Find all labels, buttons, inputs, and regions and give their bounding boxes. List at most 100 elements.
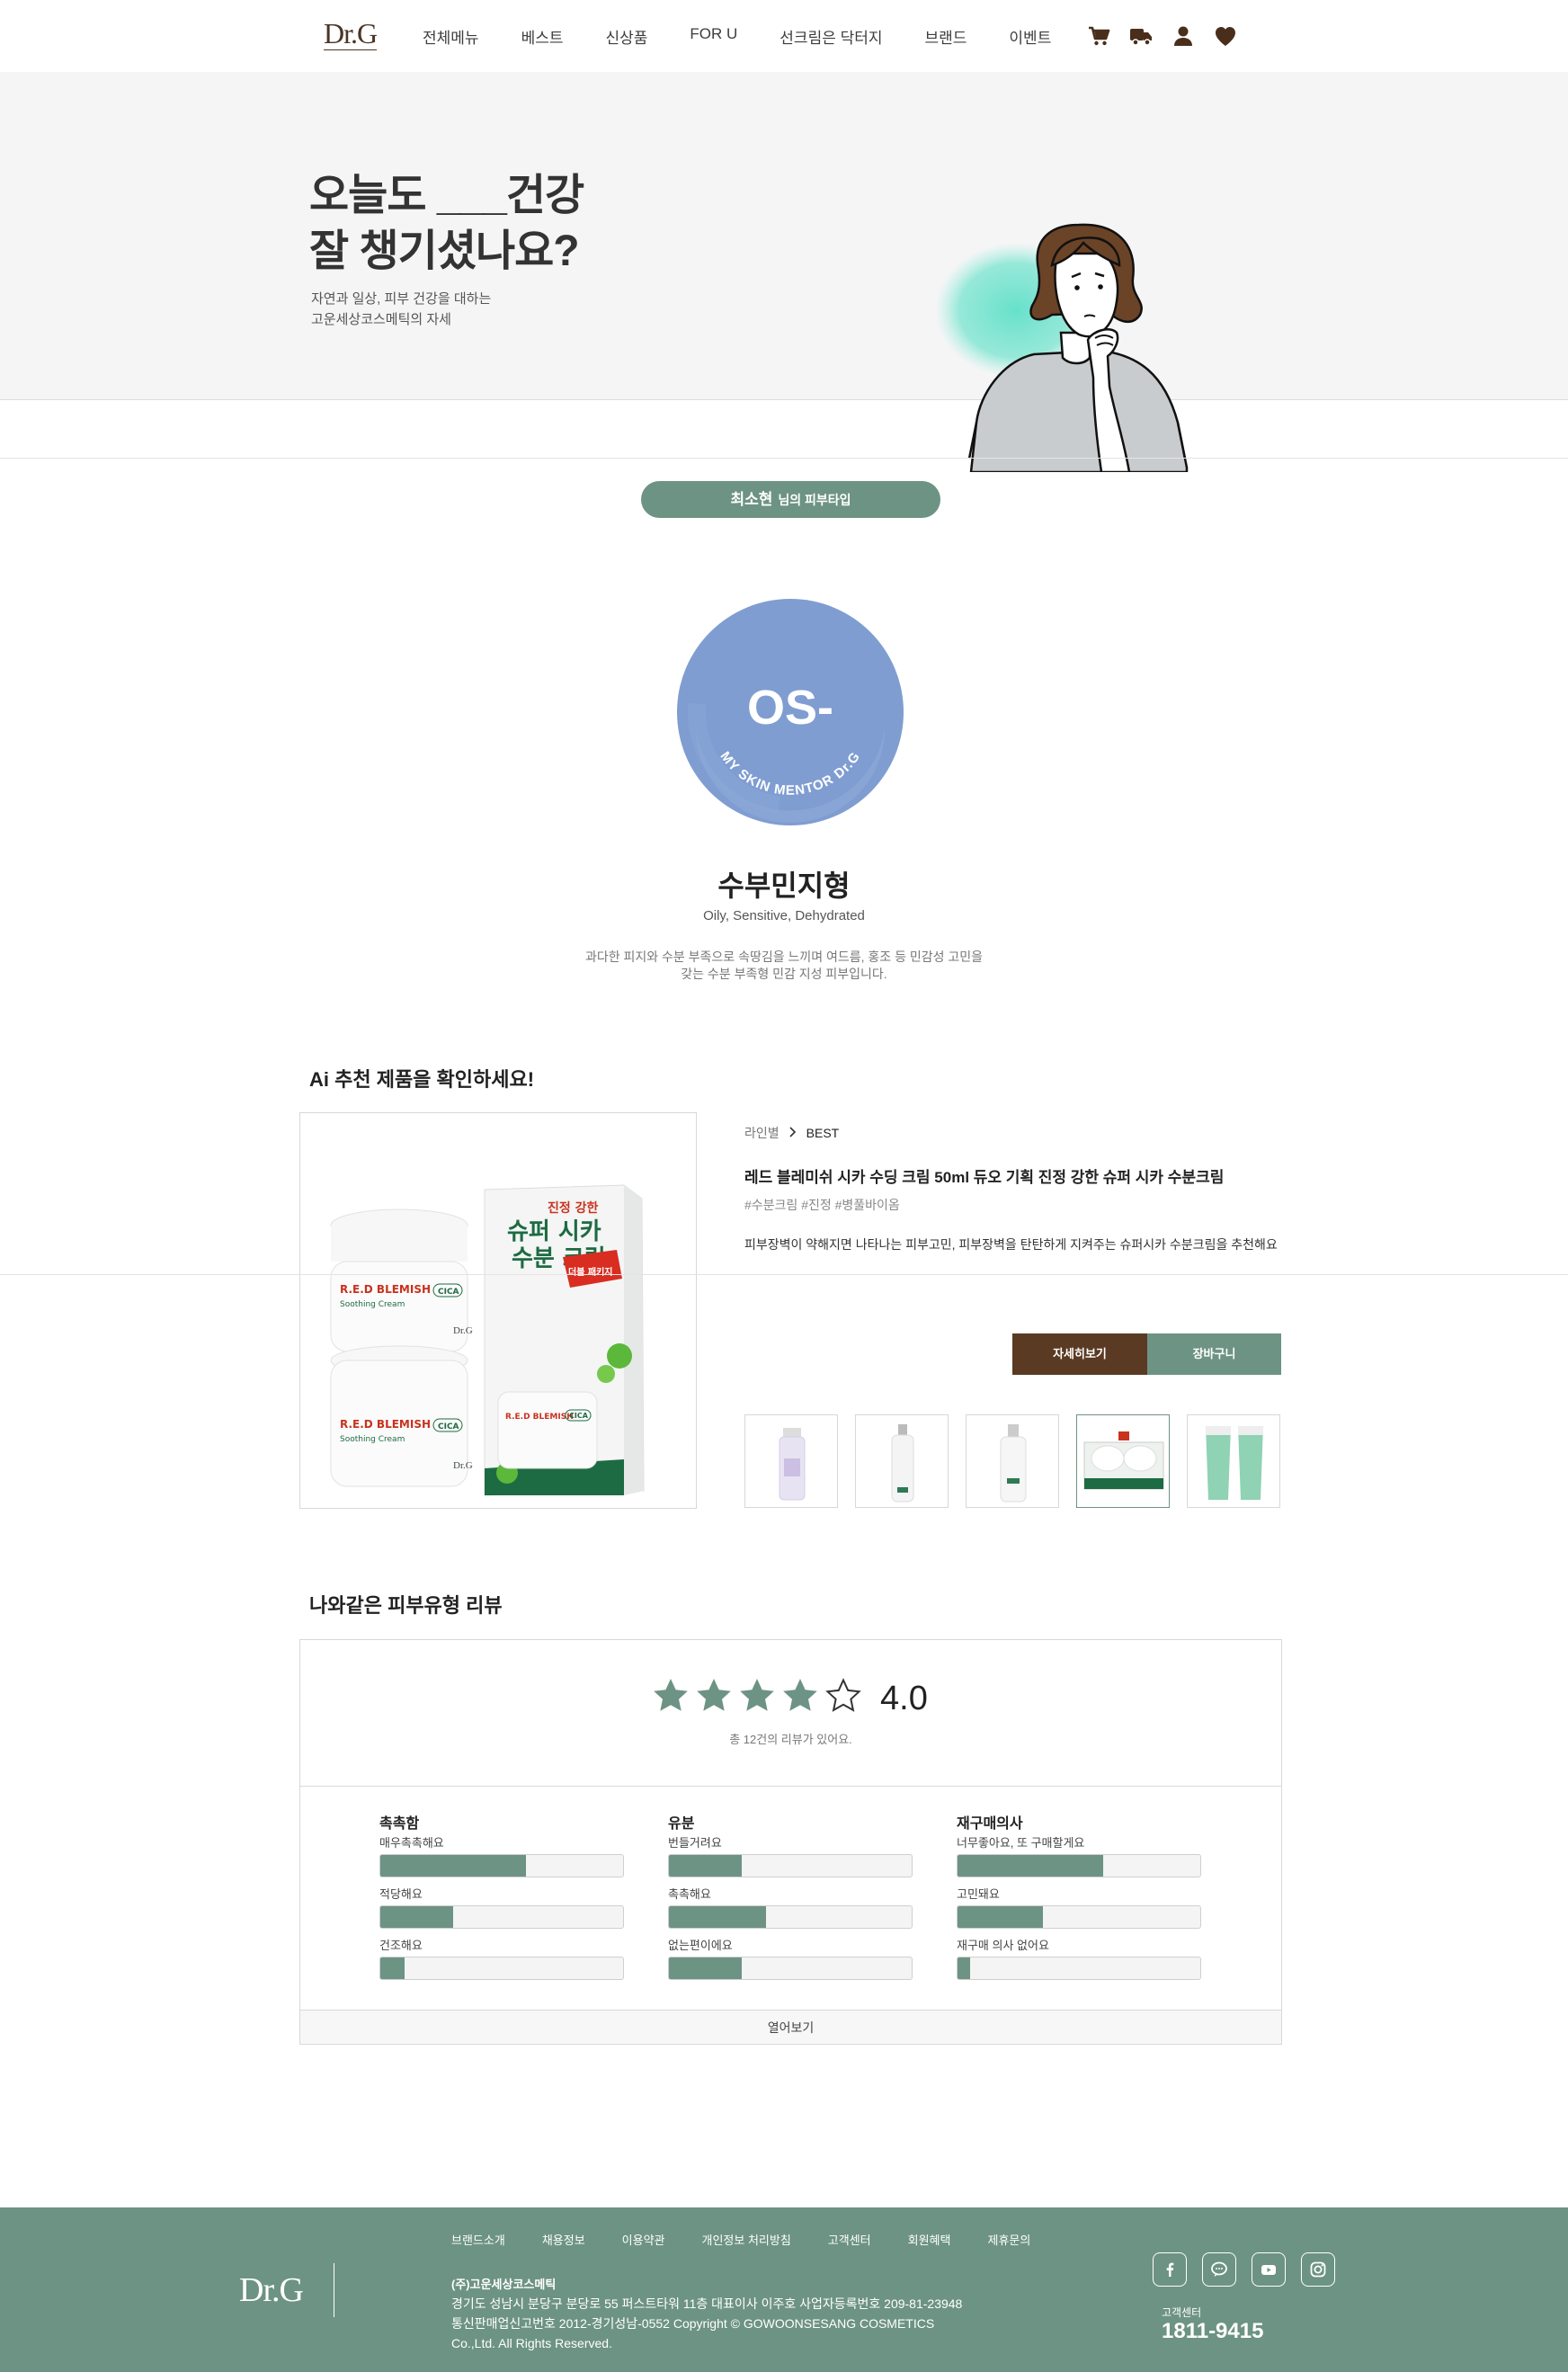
stat-bar	[957, 1905, 1201, 1929]
facebook-icon[interactable]	[1153, 2252, 1187, 2287]
instagram-icon[interactable]	[1301, 2252, 1335, 2287]
footer-link-privacy[interactable]: 개인정보 처리방침	[702, 2231, 791, 2248]
heart-icon[interactable]	[1213, 23, 1238, 49]
stat-bar	[379, 1854, 624, 1877]
stat-bar-fill	[380, 1906, 453, 1928]
breadcrumb-current[interactable]: BEST	[806, 1126, 840, 1140]
skin-desc-line2: 갖는 수분 부족형 민감 지성 피부입니다.	[681, 967, 887, 981]
delivery-truck-icon[interactable]	[1128, 23, 1154, 49]
product-main-image[interactable]: 진정 강한 슈퍼 시카 수분 크림 더블 패키지 R.E.D BLEMISH S…	[299, 1112, 697, 1509]
recommend-section-title: Ai 추천 제품을 확인하세요!	[309, 1068, 535, 1091]
user-suffix: 님의 피부타입	[778, 493, 851, 507]
footer-logo[interactable]: Dr.G	[239, 2270, 304, 2310]
svg-text:Soothing Cream: Soothing Cream	[340, 1435, 405, 1444]
svg-text:CICA: CICA	[438, 1288, 459, 1297]
skin-type-name: 수부민지형	[717, 869, 851, 902]
footer-addr-line3: Co.,Ltd. All Rights Reserved.	[451, 2336, 612, 2350]
nav-brand[interactable]: 브랜드	[925, 25, 967, 48]
hero-subtitle-line2: 고운세상코스메틱의 자세	[311, 312, 451, 327]
product-name[interactable]: 레드 블레미쉬 시카 수딩 크림 50ml 듀오 기획 진정 강한 슈퍼 시카 …	[744, 1164, 1224, 1187]
footer-link-partnership[interactable]: 제휴문의	[987, 2231, 1030, 2248]
product-thumbnail-list	[744, 1414, 1297, 1508]
site-footer: Dr.G 브랜드소개 채용정보 이용약관 개인정보 처리방침 고객센터 회원혜택…	[0, 2207, 1568, 2372]
star-icon	[697, 1679, 731, 1711]
thinking-woman-illustration	[935, 223, 1189, 472]
product-package-illustration: 진정 강한 슈퍼 시카 수분 크림 더블 패키지 R.E.D BLEMISH S…	[330, 1184, 645, 1496]
nav-all-menu[interactable]: 전체메뉴	[423, 25, 479, 48]
customer-center-phone[interactable]: 1811-9415	[1162, 2319, 1263, 2344]
user-icon[interactable]	[1171, 23, 1196, 49]
stat-bar	[379, 1957, 624, 1980]
social-links	[1153, 2252, 1350, 2287]
cart-icon[interactable]	[1086, 23, 1111, 49]
customer-center-label: 고객센터	[1162, 2306, 1202, 2319]
svg-text:R.E.D BLEMISH: R.E.D BLEMISH	[340, 1418, 431, 1431]
review-divider	[300, 1786, 1281, 1787]
stat-bar	[668, 1905, 913, 1929]
stat-bar-fill	[380, 1957, 405, 1979]
view-details-button[interactable]: 자세히보기	[1012, 1333, 1147, 1375]
hero-title-line2: 잘 챙기셨나요?	[309, 227, 580, 275]
product-breadcrumb: 라인별 BEST	[744, 1124, 839, 1142]
nav-new[interactable]: 신상품	[605, 25, 647, 48]
footer-addr-line2: 통신판매업신고번호 2012-경기성남-0552 Copyright © GOW…	[451, 2316, 935, 2331]
nav-suncream[interactable]: 선크림은 닥터지	[780, 25, 882, 48]
box-text-2: 슈퍼 시카	[507, 1218, 601, 1245]
stat-column-moisture: 촉촉함 매우촉촉해요 적당해요 건조해요	[379, 1811, 624, 1990]
kakao-talk-icon[interactable]	[1202, 2252, 1236, 2287]
product-hashtags: #수분크림 #진정 #병풀바이옴	[744, 1198, 900, 1212]
footer-link-careers[interactable]: 채용정보	[542, 2231, 585, 2248]
svg-text:R.E.D BLEMISH: R.E.D BLEMISH	[505, 1413, 574, 1422]
nav-best[interactable]: 베스트	[521, 25, 564, 48]
product-thumbnail[interactable]	[1187, 1414, 1280, 1508]
svg-text:Dr.G: Dr.G	[453, 1325, 473, 1336]
rating-stars	[651, 1676, 867, 1716]
footer-link-membership[interactable]: 회원혜택	[908, 2231, 951, 2248]
add-to-cart-button[interactable]: 장바구니	[1147, 1333, 1281, 1375]
footer-link-support[interactable]: 고객센터	[828, 2231, 871, 2248]
star-icon	[654, 1679, 688, 1711]
footer-company-info: 경기도 성남시 분당구 분당로 55 퍼스트타워 11층 대표이사 이주호 사업…	[451, 2294, 1009, 2353]
header-icon-group	[1086, 23, 1255, 49]
breadcrumb-line[interactable]: 라인별	[744, 1124, 780, 1142]
product-thumbnail[interactable]	[855, 1414, 949, 1508]
brand-logo[interactable]: Dr.G	[324, 18, 378, 50]
hero-title-line1: 오늘도 ___건강	[309, 172, 584, 219]
chevron-right-icon	[788, 1126, 797, 1140]
stat-bar	[957, 1854, 1201, 1877]
stat-label: 너무좋아요, 또 구매할게요	[957, 1836, 1085, 1850]
stat-label: 재구매 의사 없어요	[957, 1939, 1049, 1952]
stat-label: 매우촉촉해요	[379, 1836, 444, 1850]
skin-desc-line1: 과다한 피지와 수분 부족으로 속땅김을 느끼며 여드름, 홍조 등 민감성 고…	[584, 950, 984, 964]
svg-text:R.E.D BLEMISH: R.E.D BLEMISH	[340, 1283, 431, 1296]
youtube-icon[interactable]	[1252, 2252, 1286, 2287]
nav-for-u[interactable]: FOR U	[690, 25, 737, 48]
svg-text:Soothing Cream: Soothing Cream	[340, 1300, 405, 1309]
main-nav: 전체메뉴 베스트 신상품 FOR U 선크림은 닥터지 브랜드 이벤트	[423, 25, 1093, 48]
star-icon	[783, 1679, 817, 1711]
skin-type-owner-pill: 최소현 님의 피부타입	[641, 481, 940, 518]
skin-type-code: OS-	[747, 681, 833, 735]
hero-subtitle-line1: 자연과 일상, 피부 건강을 대하는	[311, 291, 492, 307]
stat-bar-fill	[669, 1906, 766, 1928]
stat-label: 적당해요	[379, 1887, 423, 1901]
stat-bar-fill	[669, 1957, 742, 1979]
review-summary-panel: 4.0 총 12건의 리뷰가 있어요. 촉촉함 매우촉촉해요 적당해요 건조해요…	[299, 1639, 1282, 2045]
product-description: 피부장벽이 약해지면 나타나는 피부고민, 피부장벽을 탄탄하게 지켜주는 슈퍼…	[744, 1237, 1278, 1252]
stat-label: 건조해요	[379, 1939, 423, 1952]
skin-type-badge: OS- MY SKIN MENTOR Dr.G	[677, 599, 904, 825]
footer-link-brand[interactable]: 브랜드소개	[451, 2231, 505, 2248]
product-thumbnail[interactable]	[744, 1414, 838, 1508]
svg-text:CICA: CICA	[569, 1412, 589, 1420]
footer-link-terms[interactable]: 이용약관	[622, 2231, 665, 2248]
stat-title: 촉촉함	[379, 1816, 420, 1832]
stat-bar-fill	[380, 1855, 526, 1877]
product-thumbnail[interactable]	[1076, 1414, 1170, 1508]
svg-text:Dr.G: Dr.G	[453, 1460, 473, 1471]
skin-type-description: 과다한 피지와 수분 부족으로 속땅김을 느끼며 여드름, 홍조 등 민감성 고…	[0, 949, 1568, 983]
expand-reviews-button[interactable]: 열어보기	[300, 2010, 1281, 2044]
stat-title: 유분	[668, 1816, 695, 1832]
product-thumbnail[interactable]	[966, 1414, 1059, 1508]
stat-bar	[668, 1854, 913, 1877]
nav-event[interactable]: 이벤트	[1009, 25, 1051, 48]
